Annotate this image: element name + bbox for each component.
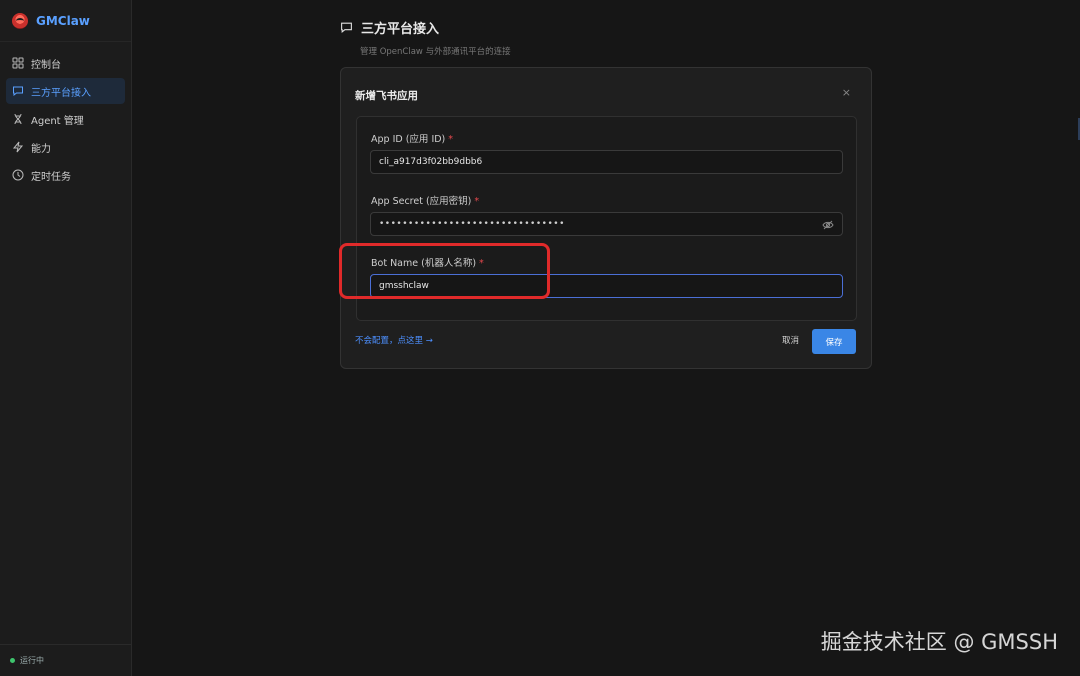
sidebar-item-platforms[interactable]: 三方平台接入 xyxy=(6,78,125,104)
highlight-annotation xyxy=(339,243,550,299)
app-secret-input[interactable]: •••••••••••••••••••••••••••••••• xyxy=(370,212,843,236)
app-id-input[interactable]: cli_a917d3f02bb9dbb6 xyxy=(370,150,843,174)
sidebar-nav: 控制台 三方平台接入 Agent 管理 能力 定时任务 xyxy=(0,42,131,194)
app-id-label: App ID (应用 ID) * xyxy=(371,134,454,145)
lightning-icon xyxy=(12,141,24,153)
dialog-title: 新增飞书应用 xyxy=(355,90,418,102)
watermark: 掘金技术社区 @ GMSSH xyxy=(820,630,1058,654)
sidebar-item-label: 定时任务 xyxy=(31,171,71,183)
page-subtitle: 管理 OpenClaw 与外部通讯平台的连接 xyxy=(360,47,511,57)
sidebar-item-label: 控制台 xyxy=(31,59,61,71)
sidebar-item-agents[interactable]: Agent 管理 xyxy=(6,106,125,132)
brand-logo-icon xyxy=(12,12,28,29)
sidebar-item-label: 三方平台接入 xyxy=(31,87,91,99)
chat-icon xyxy=(13,86,23,97)
main-content: 三方平台接入 管理 OpenClaw 与外部通讯平台的连接 新增飞书应用 × A… xyxy=(133,0,1080,676)
page-title: 三方平台接入 xyxy=(361,22,440,37)
save-button[interactable]: 保存 xyxy=(812,329,856,354)
status-text: 运行中 xyxy=(20,656,44,665)
sidebar-item-label: 能力 xyxy=(31,143,51,155)
brand[interactable]: GMClaw xyxy=(0,0,131,42)
page-header: 三方平台接入 管理 OpenClaw 与外部通讯平台的连接 xyxy=(340,18,511,57)
eye-off-icon[interactable] xyxy=(822,219,834,231)
help-link[interactable]: 不会配置，点这里 → xyxy=(355,334,433,346)
close-icon[interactable]: × xyxy=(842,86,851,99)
sidebar-item-label: Agent 管理 xyxy=(31,115,84,127)
add-feishu-app-dialog: 新增飞书应用 × App ID (应用 ID) * cli_a917d3f02bb… xyxy=(340,67,872,369)
brand-name: GMClaw xyxy=(36,13,90,28)
app-secret-value: •••••••••••••••••••••••••••••••• xyxy=(379,219,565,229)
status-dot-icon xyxy=(10,658,15,663)
sidebar-item-dashboard[interactable]: 控制台 xyxy=(6,50,125,76)
chat-icon xyxy=(341,22,352,33)
sidebar-item-scheduled-tasks[interactable]: 定时任务 xyxy=(6,162,125,188)
sidebar: GMClaw 控制台 三方平台接入 Agent 管理 能力 定时任务 运行中 xyxy=(0,0,132,676)
dna-icon xyxy=(14,113,22,125)
grid-icon xyxy=(12,57,24,69)
app-window: GMClaw 控制台 三方平台接入 Agent 管理 能力 定时任务 运行中 三… xyxy=(0,0,1080,676)
sidebar-item-abilities[interactable]: 能力 xyxy=(6,134,125,160)
clock-icon xyxy=(12,169,24,181)
status-indicator: 运行中 xyxy=(0,644,132,676)
app-secret-label: App Secret (应用密钥) * xyxy=(371,196,480,207)
app-id-value: cli_a917d3f02bb9dbb6 xyxy=(379,157,483,167)
cancel-button[interactable]: 取消 xyxy=(782,334,799,346)
